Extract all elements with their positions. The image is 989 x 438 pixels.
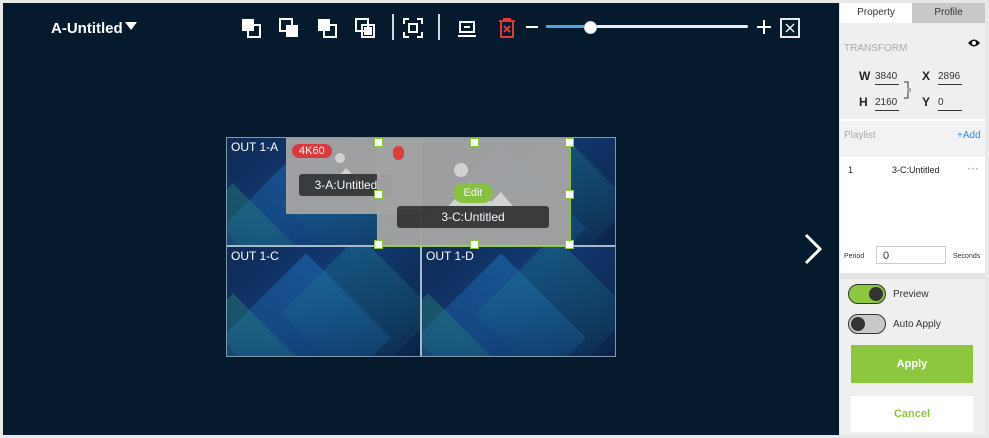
height-key: H	[859, 95, 868, 109]
zoom-in-icon[interactable]	[755, 16, 773, 38]
tab-property[interactable]: Property	[840, 3, 912, 23]
resize-handle[interactable]	[565, 240, 574, 249]
toggle-knob	[869, 287, 883, 301]
resize-handle[interactable]	[374, 138, 383, 147]
delete-icon[interactable]	[495, 16, 519, 40]
transform-label: TRANSFORM	[844, 43, 908, 54]
toolbar-divider	[438, 14, 440, 40]
resize-handle[interactable]	[374, 190, 383, 199]
eye-icon[interactable]	[967, 35, 981, 47]
output-label: OUT 1-C	[231, 249, 279, 263]
canvas-stage[interactable]: A-Untitled OUT 1-A OUT 1-C OUT 1-D 4K60 …	[3, 3, 839, 435]
playlist-item-name[interactable]: 3-C:Untitled	[892, 165, 940, 175]
resolution-badge: 4K60	[292, 144, 332, 158]
selection-frame[interactable]	[377, 141, 571, 247]
toggle-knob	[851, 317, 865, 331]
send-to-back-icon[interactable]	[353, 16, 377, 40]
resize-handle[interactable]	[470, 138, 479, 147]
panel-tabs: Property Profile	[840, 3, 985, 23]
preview-label: Preview	[893, 289, 929, 300]
auto-apply-toggle[interactable]	[848, 314, 886, 334]
cancel-button[interactable]: Cancel	[851, 396, 973, 432]
auto-apply-label: Auto Apply	[893, 319, 941, 330]
playlist-add-button[interactable]: +Add	[957, 130, 981, 141]
height-field[interactable]: 2160	[875, 97, 899, 111]
aspect-lock-icon[interactable]	[903, 78, 913, 102]
x-field[interactable]: 2896	[938, 71, 962, 85]
width-key: W	[859, 69, 871, 83]
period-label: Period	[844, 253, 865, 260]
preview-toggle[interactable]	[848, 284, 886, 304]
resize-handle[interactable]	[470, 240, 479, 249]
fit-to-screen-icon[interactable]	[401, 16, 425, 40]
zoom-slider-thumb[interactable]	[584, 21, 598, 34]
y-field[interactable]: 0	[938, 97, 962, 111]
resize-handle[interactable]	[374, 240, 383, 249]
output-label: OUT 1-A	[231, 140, 279, 154]
playlist-item-index: 1	[848, 165, 854, 175]
resize-handle[interactable]	[565, 138, 574, 147]
output-label: OUT 1-D	[426, 249, 474, 263]
bring-forward-icon[interactable]	[277, 16, 301, 40]
playlist-label: Playlist	[844, 130, 876, 141]
property-panel: Property Profile TRANSFORM W 3840 H 2160…	[840, 3, 985, 435]
output-1-d[interactable]: OUT 1-D	[422, 247, 615, 356]
seconds-label: Seconds	[953, 253, 981, 260]
output-1-c[interactable]: OUT 1-C	[227, 247, 420, 356]
period-input[interactable]: 0	[876, 246, 946, 264]
bring-to-front-icon[interactable]	[239, 16, 263, 40]
zoom-slider[interactable]	[546, 21, 748, 34]
width-field[interactable]: 3840	[875, 71, 899, 85]
zoom-out-icon[interactable]	[525, 16, 539, 38]
scene-dropdown-caret-icon[interactable]	[125, 22, 137, 30]
scene-title[interactable]: A-Untitled	[51, 20, 123, 37]
x-key: X	[922, 69, 931, 83]
output-canvas[interactable]: OUT 1-A OUT 1-C OUT 1-D 4K60 3-A:Untitle…	[226, 137, 616, 357]
resize-handle[interactable]	[565, 190, 574, 199]
more-options-icon[interactable]: ···	[967, 161, 979, 175]
send-backward-icon[interactable]	[315, 16, 339, 40]
fullscreen-icon[interactable]	[778, 16, 802, 40]
crop-icon[interactable]	[455, 16, 479, 40]
y-key: Y	[922, 95, 931, 109]
toolbar-divider	[392, 14, 394, 40]
chevron-right-icon[interactable]	[800, 229, 826, 269]
app: A-Untitled OUT 1-A OUT 1-C OUT 1-D 4K60 …	[0, 0, 989, 438]
tab-profile[interactable]: Profile	[912, 3, 985, 23]
apply-button[interactable]: Apply	[851, 345, 973, 383]
